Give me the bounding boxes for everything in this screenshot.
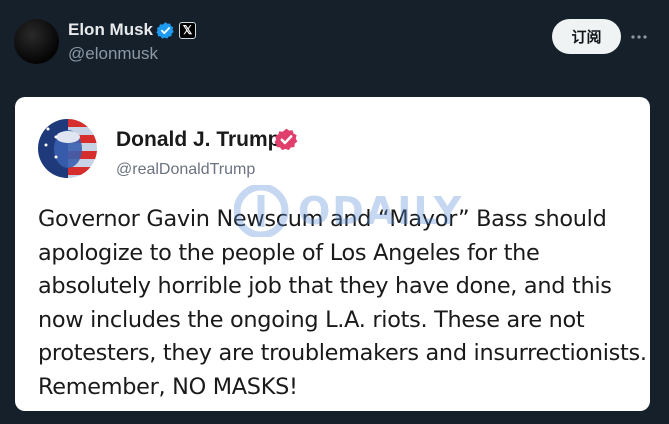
- quoted-text-line: now includes the ongoing L.A. riots. The…: [38, 306, 585, 333]
- quoted-text-line: apologize to the people of Los Angeles f…: [38, 239, 540, 266]
- author-avatar[interactable]: [14, 19, 59, 64]
- quoted-author-avatar: [38, 119, 97, 178]
- verified-badge-icon: [156, 22, 174, 39]
- author-name[interactable]: Elon Musk: [68, 19, 153, 41]
- quoted-text-line: absolutely horrible job that they have d…: [38, 273, 612, 299]
- quoted-author-handle: @realDonaldTrump: [116, 161, 256, 178]
- subscribe-button[interactable]: 订阅: [552, 19, 621, 54]
- x-logo-icon: 𝕏: [179, 22, 196, 39]
- author-handle[interactable]: @elonmusk: [68, 43, 158, 65]
- quoted-text-line: protesters, they are troublemakers and i…: [38, 340, 647, 366]
- quoted-text-line: Governor Gavin Newscum and “Mayor” Bass …: [38, 206, 607, 232]
- truth-verified-icon: [274, 128, 298, 151]
- quoted-text-line: Remember, NO MASKS!: [38, 373, 298, 400]
- embedded-image-card[interactable]: Donald J. Trump @realDonaldTrump Governo…: [15, 97, 650, 411]
- quoted-author-name: Donald J. Trump: [116, 128, 281, 151]
- quoted-post-text: Governor Gavin Newscum and “Mayor” Bass …: [38, 203, 647, 404]
- more-options-icon[interactable]: [630, 28, 648, 46]
